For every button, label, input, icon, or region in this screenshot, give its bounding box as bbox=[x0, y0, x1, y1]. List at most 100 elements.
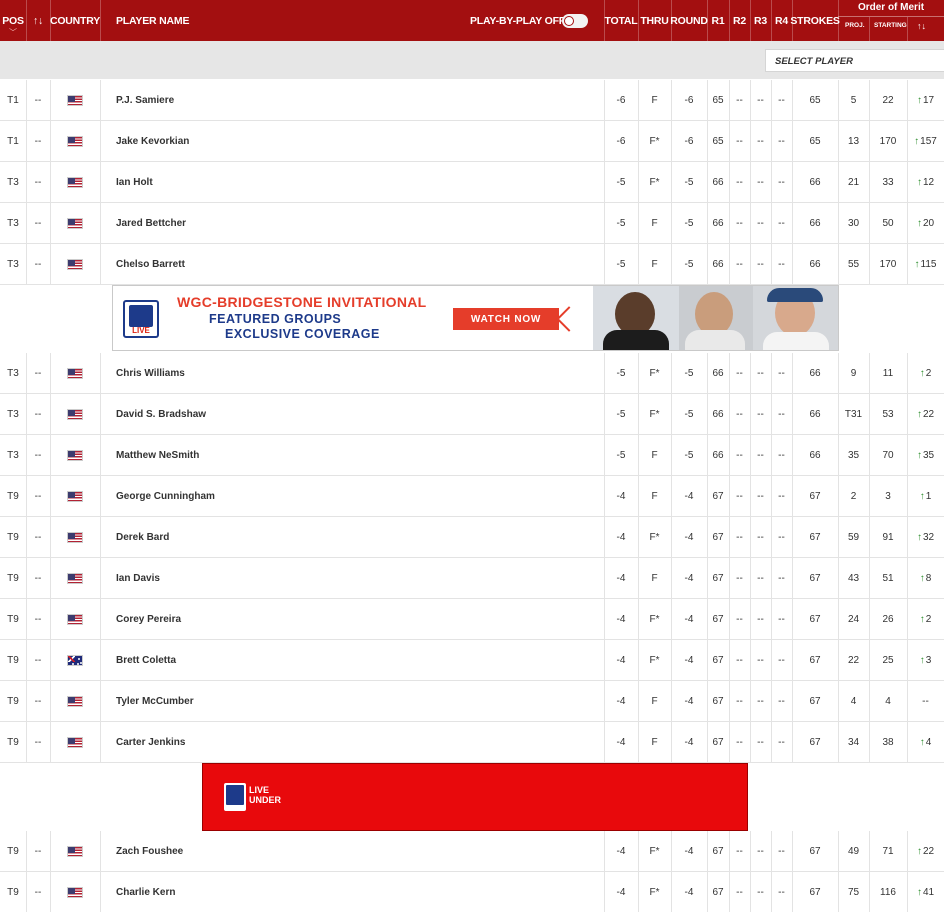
arrow-up-icon: ↑ bbox=[919, 737, 925, 748]
oom-movement: ↑ 32 bbox=[907, 517, 944, 558]
position-move: -- bbox=[34, 737, 42, 748]
round-score: -4 bbox=[684, 696, 694, 707]
player-name[interactable]: Zach Foushee bbox=[116, 831, 416, 872]
table-row[interactable]: T3 -- Ian Holt -5 F* -5 66 -- -- -- 66 21 33 ↑ 12 bbox=[0, 162, 944, 203]
r1-score: 67 bbox=[712, 887, 724, 898]
player-name[interactable]: Ian Davis bbox=[116, 558, 416, 599]
country-flag-cell bbox=[50, 162, 100, 203]
table-row[interactable]: T3 -- Chris Williams -5 F* -5 66 -- -- -- 66 9 11 ↑ 2 bbox=[0, 353, 944, 394]
r2-score: -- bbox=[736, 136, 743, 147]
player-name[interactable]: Corey Pereira bbox=[116, 599, 416, 640]
r1-score: 66 bbox=[712, 218, 724, 229]
player-name[interactable]: Jared Bettcher bbox=[116, 203, 416, 244]
play-by-play-label: PLAY-BY-PLAY OFF bbox=[470, 14, 566, 27]
position-move: -- bbox=[34, 136, 42, 147]
table-row[interactable]: T9 -- Charlie Kern -4 F* -4 67 -- -- -- 67 75 116 ↑ 41 bbox=[0, 872, 944, 912]
chevron-down-icon[interactable]: ﹀ bbox=[9, 27, 17, 37]
arrow-up-icon: ↑ bbox=[916, 450, 922, 461]
header-move-sort[interactable]: ↑↓ bbox=[26, 0, 50, 41]
oom-move-value: 2 bbox=[925, 614, 932, 625]
position: T9 bbox=[7, 737, 19, 748]
r3-score: -- bbox=[757, 95, 764, 106]
total-score: -4 bbox=[616, 846, 626, 857]
table-row[interactable]: T1 -- P.J. Samiere -6 F -6 65 -- -- -- 65 5 22 ↑ 17 bbox=[0, 80, 944, 121]
watch-now-button[interactable]: WATCH NOW bbox=[453, 308, 559, 330]
total-score: -5 bbox=[616, 177, 626, 188]
country-flag-cell bbox=[50, 435, 100, 476]
oom-projected: 5 bbox=[850, 95, 857, 106]
player-photo-1 bbox=[593, 286, 679, 350]
live-under-ad-banner[interactable]: LIVE UNDER bbox=[202, 763, 748, 831]
r3-score: -- bbox=[757, 259, 764, 270]
position-move: -- bbox=[34, 450, 42, 461]
table-row[interactable]: T9 -- Corey Pereira -4 F* -4 67 -- -- -- 67 24 26 ↑ 2 bbox=[0, 599, 944, 640]
player-name[interactable]: Chelso Barrett bbox=[116, 244, 416, 285]
select-player-dropdown[interactable]: SELECT PLAYER bbox=[765, 49, 944, 72]
oom-movement: ↑ 22 bbox=[907, 394, 944, 435]
r2-score: -- bbox=[736, 218, 743, 229]
position-move: -- bbox=[34, 177, 42, 188]
player-name[interactable]: Jake Kevorkian bbox=[116, 121, 416, 162]
r1-score: 67 bbox=[712, 655, 724, 666]
live-under-line-2: UNDER bbox=[249, 795, 282, 805]
player-name[interactable]: Carter Jenkins bbox=[116, 722, 416, 763]
header-thru: THRU bbox=[640, 14, 669, 27]
total-score: -4 bbox=[616, 887, 626, 898]
position: T3 bbox=[7, 368, 19, 379]
usa-flag-icon bbox=[67, 95, 83, 106]
table-row[interactable]: T3 -- Chelso Barrett -5 F -5 66 -- -- -- 66 55 170 ↑ 1… bbox=[0, 244, 944, 285]
play-by-play-toggle[interactable] bbox=[562, 14, 588, 28]
table-row[interactable]: T1 -- Jake Kevorkian -6 F* -6 65 -- -- -- 65 13 170 ↑… bbox=[0, 121, 944, 162]
table-row[interactable]: T3 -- Matthew NeSmith -5 F -5 66 -- -- -- 66 35 70 ↑ 3… bbox=[0, 435, 944, 476]
player-name[interactable]: P.J. Samiere bbox=[116, 80, 416, 121]
header-strokes: STROKES bbox=[790, 14, 840, 27]
r1-score: 67 bbox=[712, 614, 724, 625]
header-oom-move-sort[interactable]: ↑↓ bbox=[917, 21, 926, 31]
player-name[interactable]: David S. Bradshaw bbox=[116, 394, 416, 435]
table-row[interactable]: T9 -- Tyler McCumber -4 F -4 67 -- -- -- 67 4 4 -- bbox=[0, 681, 944, 722]
r2-score: -- bbox=[736, 614, 743, 625]
r2-score: -- bbox=[736, 887, 743, 898]
round-score: -4 bbox=[684, 491, 694, 502]
arrow-up-icon: ↑ bbox=[916, 532, 922, 543]
total-score: -6 bbox=[616, 136, 626, 147]
player-name[interactable]: Chris Williams bbox=[116, 353, 416, 394]
r1-score: 66 bbox=[712, 259, 724, 270]
usa-flag-icon bbox=[67, 573, 83, 584]
table-row[interactable]: T3 -- David S. Bradshaw -5 F* -5 66 -- -- -- 66 T31… bbox=[0, 394, 944, 435]
strokes: 66 bbox=[809, 409, 821, 420]
position-move: -- bbox=[34, 573, 42, 584]
arrow-up-icon: ↑ bbox=[916, 218, 922, 229]
oom-movement: ↑ 1 bbox=[907, 476, 944, 517]
oom-movement: ↑ 20 bbox=[907, 203, 944, 244]
bridgestone-ad-banner[interactable]: LIVE WGC-BRIDGESTONE INVITATIONAL FEATUR… bbox=[112, 285, 839, 351]
player-name[interactable]: Matthew NeSmith bbox=[116, 435, 416, 476]
country-flag-cell bbox=[50, 476, 100, 517]
player-name[interactable]: George Cunningham bbox=[116, 476, 416, 517]
position-move: -- bbox=[34, 491, 42, 502]
oom-movement: ↑ 8 bbox=[907, 558, 944, 599]
table-row[interactable]: T9 -- Derek Bard -4 F* -4 67 -- -- -- 67 59 91 ↑ 32 bbox=[0, 517, 944, 558]
player-name[interactable]: Ian Holt bbox=[116, 162, 416, 203]
strokes: 65 bbox=[809, 136, 821, 147]
usa-flag-icon bbox=[67, 409, 83, 420]
round-score: -5 bbox=[684, 177, 694, 188]
r2-score: -- bbox=[736, 655, 743, 666]
table-row[interactable]: T3 -- Jared Bettcher -5 F -5 66 -- -- -- 66 30 50 ↑ 20 bbox=[0, 203, 944, 244]
player-name[interactable]: Brett Coletta bbox=[116, 640, 416, 681]
oom-projected: 55 bbox=[847, 259, 860, 270]
round-score: -4 bbox=[684, 737, 694, 748]
usa-flag-icon bbox=[67, 696, 83, 707]
table-row[interactable]: T9 -- Brett Coletta -4 F* -4 67 -- -- -- 67 22 25 ↑ 3 bbox=[0, 640, 944, 681]
round-score: -5 bbox=[684, 259, 694, 270]
table-row[interactable]: T9 -- Ian Davis -4 F -4 67 -- -- -- 67 43 51 ↑ 8 bbox=[0, 558, 944, 599]
oom-movement: ↑ 157 bbox=[907, 121, 944, 162]
table-row[interactable]: T9 -- Zach Foushee -4 F* -4 67 -- -- -- 67 49 71 ↑ 22 bbox=[0, 831, 944, 872]
r2-score: -- bbox=[736, 177, 743, 188]
player-name[interactable]: Tyler McCumber bbox=[116, 681, 416, 722]
table-row[interactable]: T9 -- George Cunningham -4 F -4 67 -- -- -- 67 2 3 ↑ 1 bbox=[0, 476, 944, 517]
table-row[interactable]: T9 -- Carter Jenkins -4 F -4 67 -- -- -- 67 34 38 ↑ 4 bbox=[0, 722, 944, 763]
total-score: -6 bbox=[616, 95, 626, 106]
player-name[interactable]: Derek Bard bbox=[116, 517, 416, 558]
player-name[interactable]: Charlie Kern bbox=[116, 872, 416, 912]
